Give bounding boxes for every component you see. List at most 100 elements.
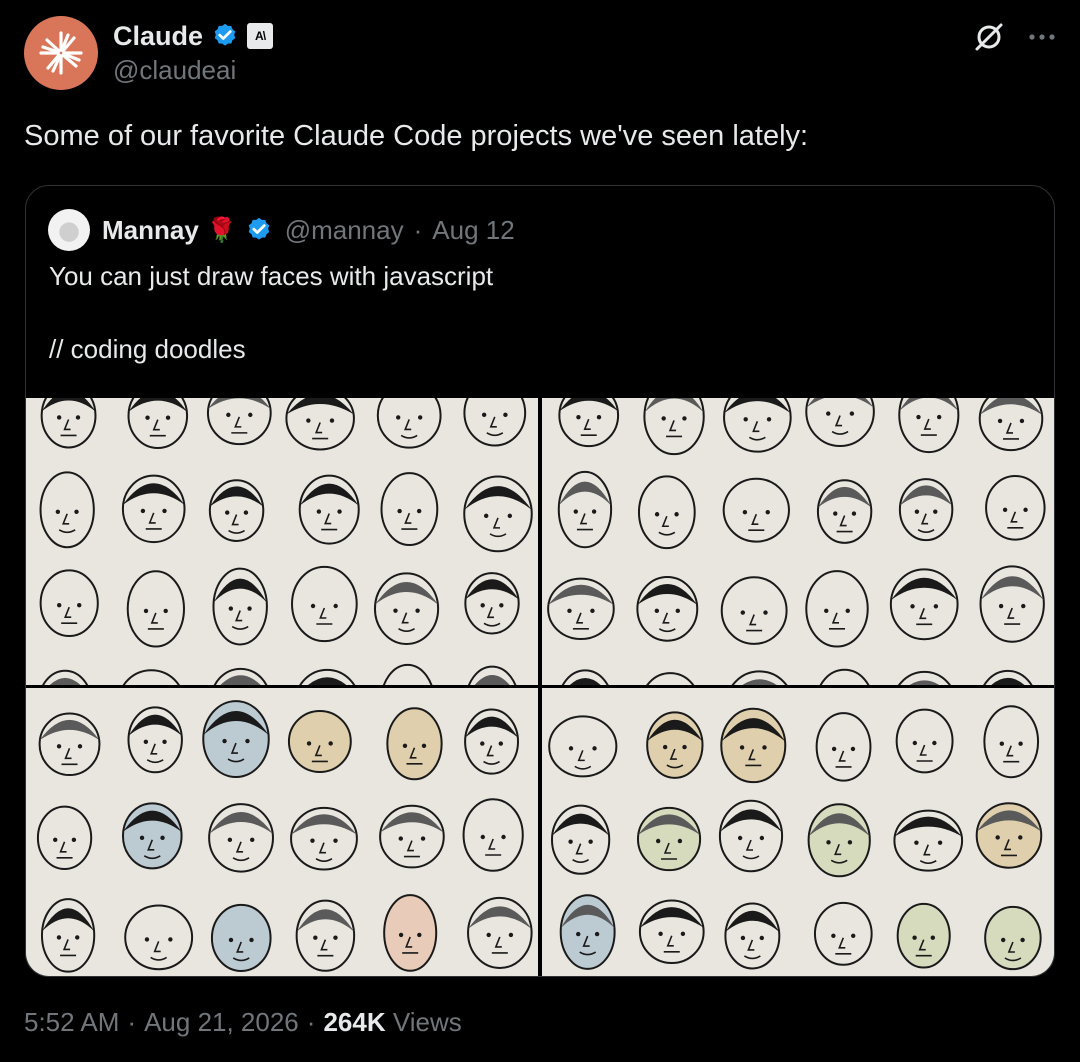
- post-date[interactable]: Aug 21, 2026: [144, 1007, 299, 1038]
- doodle-face: [983, 669, 1033, 685]
- author-name[interactable]: Claude: [113, 21, 203, 52]
- doodle-face: [979, 565, 1045, 643]
- anthropic-affiliate-icon[interactable]: A\: [247, 23, 274, 49]
- doodle-face: [383, 894, 438, 972]
- doodle-face: [898, 398, 960, 454]
- doodle-face: [547, 577, 615, 641]
- doodle-face: [896, 902, 951, 969]
- doodle-face: [287, 709, 352, 773]
- author-name-row: Claude A\: [113, 18, 274, 54]
- doodle-face: [978, 398, 1044, 452]
- rose-emoji: 🌹: [206, 216, 237, 244]
- doodle-face: [208, 479, 265, 542]
- post-text: Some of our favorite Claude Code project…: [24, 120, 809, 152]
- doodle-face: [299, 668, 356, 685]
- doodle-face: [212, 567, 268, 646]
- doodle-face: [295, 899, 356, 972]
- doodle-faces-art: [548, 705, 1043, 971]
- doodle-face: [39, 569, 99, 638]
- doodle-face: [718, 799, 784, 873]
- media-image-4[interactable]: [542, 688, 1054, 976]
- doodle-face: [127, 398, 189, 449]
- author-handle[interactable]: @claudeai: [113, 55, 236, 86]
- doodle-face: [38, 712, 101, 777]
- meta-separator: ·: [306, 1007, 316, 1037]
- doodle-face: [889, 568, 959, 641]
- doodle-face: [819, 668, 870, 685]
- verified-badge-icon: [214, 23, 236, 46]
- doodle-face: [559, 894, 616, 970]
- doodle-face: [463, 475, 533, 553]
- media-image-1[interactable]: [26, 398, 538, 685]
- doodle-face: [208, 803, 274, 873]
- quoted-post[interactable]: Mannay 🌹 @mannay · Aug 12 You can just d…: [25, 185, 1055, 977]
- doodle-face: [636, 576, 699, 642]
- doodle-face: [380, 472, 439, 547]
- media-grid: [26, 398, 1054, 976]
- doodle-face: [290, 806, 358, 871]
- doodle-face: [807, 803, 871, 878]
- post-actions: [972, 20, 1056, 54]
- doodle-face: [550, 804, 611, 875]
- doodle-face: [898, 478, 954, 542]
- meta-separator: ·: [127, 1007, 137, 1037]
- doodle-face: [210, 903, 272, 973]
- doodle-faces-art: [39, 398, 533, 685]
- doodle-face: [213, 667, 268, 685]
- doodle-face: [636, 806, 702, 872]
- doodle-face: [897, 670, 952, 685]
- media-image-2[interactable]: [542, 398, 1054, 685]
- quoted-separator: ·: [413, 214, 423, 245]
- grok-icon[interactable]: [972, 20, 1006, 54]
- post-time[interactable]: 5:52 AM: [24, 1007, 119, 1038]
- doodle-face: [464, 708, 520, 775]
- doodle-face: [561, 669, 609, 685]
- claude-sunburst-icon: [39, 31, 83, 75]
- doodle-face: [467, 665, 517, 685]
- doodle-face: [646, 672, 695, 685]
- doodle-face: [815, 712, 872, 782]
- doodle-faces-art: [36, 700, 533, 973]
- doodle-face: [548, 715, 618, 778]
- quoted-date[interactable]: Aug 12: [432, 215, 514, 246]
- doodle-face: [127, 706, 183, 774]
- doodle-face: [805, 398, 875, 448]
- doodle-face: [379, 804, 445, 869]
- doodle-face: [816, 479, 873, 544]
- doodle-face: [206, 398, 272, 446]
- doodle-face: [386, 707, 443, 781]
- doodle-face: [975, 802, 1043, 869]
- doodle-face: [467, 896, 533, 969]
- doodle-face: [40, 398, 97, 449]
- quoted-avatar[interactable]: [48, 209, 90, 251]
- doodle-face: [42, 669, 89, 685]
- post-meta: 5:52 AM · Aug 21, 2026 · 264K Views: [24, 1007, 462, 1038]
- doodle-face: [373, 572, 440, 645]
- doodle-face: [813, 901, 873, 966]
- doodle-face: [124, 904, 194, 971]
- doodle-face: [464, 572, 520, 635]
- doodle-face: [722, 477, 790, 543]
- verified-badge-icon: [248, 217, 269, 240]
- doodle-face: [376, 398, 442, 449]
- doodle-face: [39, 471, 95, 549]
- views-label: Views: [392, 1007, 462, 1037]
- doodle-face: [805, 570, 869, 648]
- doodle-face: [646, 711, 704, 779]
- doodle-face: [638, 899, 705, 965]
- quoted-author-name[interactable]: Mannay: [102, 215, 199, 246]
- doodle-face: [720, 576, 788, 645]
- doodle-face: [895, 708, 954, 774]
- more-icon[interactable]: [1028, 32, 1056, 42]
- doodle-faces-art: [547, 398, 1046, 685]
- views-count: 264K: [323, 1007, 386, 1037]
- media-image-3[interactable]: [26, 688, 538, 976]
- quoted-author-handle[interactable]: @mannay: [285, 215, 404, 246]
- quoted-text-line1: You can just draw faces with javascript: [49, 261, 494, 291]
- quoted-author-row: Mannay 🌹 @mannay · Aug 12: [48, 208, 515, 252]
- quoted-text-line2: // coding doodles: [49, 334, 246, 364]
- doodle-face: [983, 705, 1040, 779]
- doodle-face: [985, 475, 1046, 541]
- doodle-face: [285, 398, 355, 451]
- author-avatar[interactable]: [24, 16, 98, 90]
